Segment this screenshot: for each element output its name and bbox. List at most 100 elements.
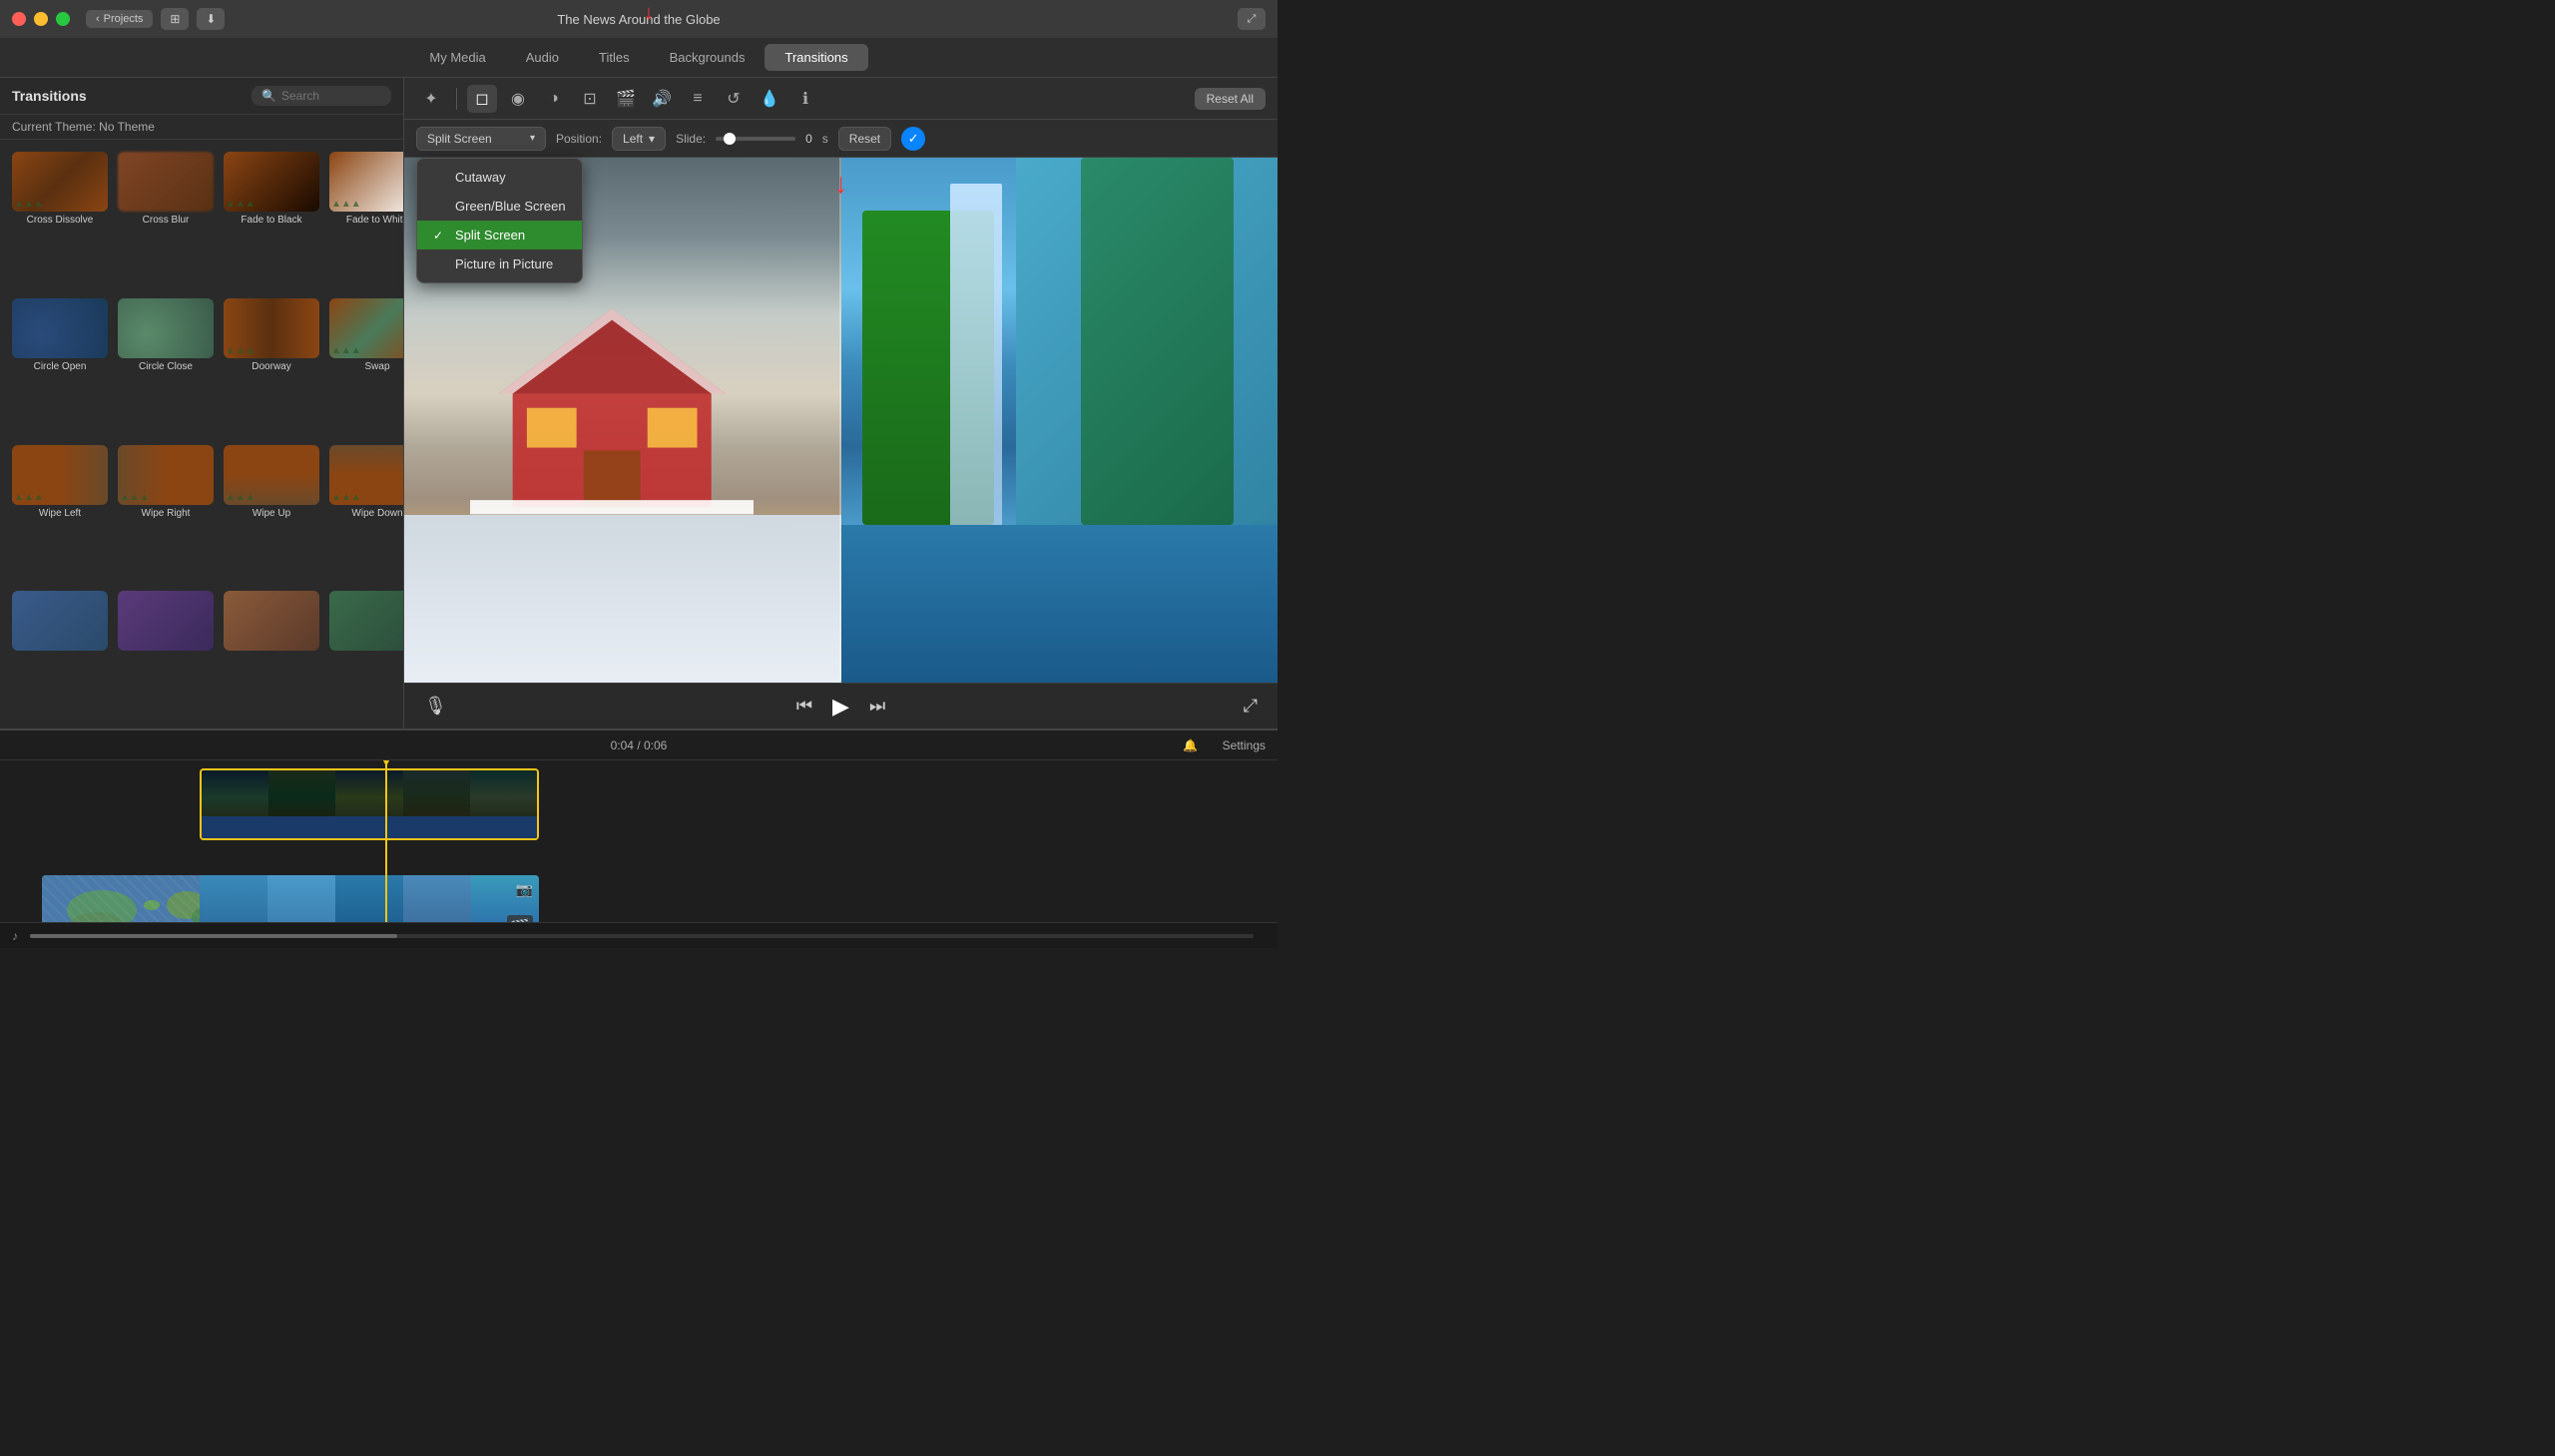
transition-fade-white[interactable]: Fade to White bbox=[325, 148, 403, 292]
timeline-content: 📷 🎬 bbox=[0, 760, 1278, 922]
skip-back-icon[interactable]: ⏮ bbox=[796, 696, 812, 717]
equalizer-icon[interactable]: ≡ bbox=[683, 85, 713, 113]
controls-bar: Split Screen ▾ Cutaway Green/Blue Screen… bbox=[404, 120, 1278, 158]
time-separator: / bbox=[637, 738, 644, 752]
expand-button[interactable]: ⤢ bbox=[1238, 8, 1266, 30]
nav-transitions[interactable]: Transitions bbox=[765, 44, 867, 71]
dropdown-item-green-blue-screen[interactable]: Green/Blue Screen bbox=[417, 192, 582, 221]
transition-thumb-b3 bbox=[224, 591, 319, 651]
transition-b4[interactable] bbox=[325, 587, 403, 721]
nav-audio[interactable]: Audio bbox=[506, 44, 579, 71]
titlebar: ‹ Projects ⊞ ⬇ The News Around the Globe… bbox=[0, 0, 1278, 38]
timeline-area: 0:04 / 0:06 🔔 Settings bbox=[0, 728, 1278, 948]
transition-circle-open[interactable]: Circle Open bbox=[8, 294, 112, 439]
playback-bar: 🎙 ⏮ ▶ ⏭ ⤢ bbox=[404, 683, 1278, 728]
transition-thumb-b4 bbox=[329, 591, 403, 651]
transition-wipe-down[interactable]: Wipe Down bbox=[325, 441, 403, 586]
titlebar-right: ⤢ bbox=[1238, 8, 1266, 30]
dropdown-menu: Cutaway Green/Blue Screen ✓ Split Screen… bbox=[416, 158, 583, 283]
scrollbar-thumb bbox=[30, 934, 397, 938]
timeline-time-display: 0:04 / 0:06 bbox=[611, 738, 668, 752]
nav-my-media[interactable]: My Media bbox=[409, 44, 505, 71]
minimize-button[interactable] bbox=[34, 12, 48, 26]
color-correction-icon[interactable]: ◉ bbox=[503, 85, 533, 113]
transition-b3[interactable] bbox=[220, 587, 323, 721]
search-input[interactable] bbox=[281, 89, 381, 103]
transition-label-swap: Swap bbox=[364, 361, 389, 372]
view-toggle-button[interactable]: ⊞ bbox=[161, 8, 189, 30]
nav-backgrounds[interactable]: Backgrounds bbox=[650, 44, 766, 71]
total-time: 0:06 bbox=[644, 738, 667, 752]
mic-icon[interactable]: 🎙 bbox=[424, 696, 447, 717]
transition-b1[interactable] bbox=[8, 587, 112, 721]
crop-tool-icon[interactable]: ⊡ bbox=[575, 85, 605, 113]
pool bbox=[841, 525, 1278, 683]
dropdown-item-split-screen[interactable]: ✓ Split Screen bbox=[417, 221, 582, 249]
theme-label: Current Theme: No Theme bbox=[0, 115, 403, 140]
transition-thumb-circle-open bbox=[12, 298, 108, 358]
transition-doorway[interactable]: Doorway bbox=[220, 294, 323, 439]
download-button[interactable]: ⬇ bbox=[197, 8, 225, 30]
cliff-right bbox=[1081, 158, 1234, 525]
transition-cross-blur[interactable]: Cross Blur bbox=[114, 148, 218, 292]
traffic-lights bbox=[12, 12, 70, 26]
settings-button[interactable]: Settings bbox=[1223, 738, 1266, 752]
transition-thumb-fade-black bbox=[224, 152, 319, 212]
transition-fade-black[interactable]: Fade to Black bbox=[220, 148, 323, 292]
fullscreen-button[interactable] bbox=[56, 12, 70, 26]
position-chevron-icon: ▾ bbox=[649, 132, 655, 146]
nav-titles[interactable]: Titles bbox=[579, 44, 650, 71]
color-wheels-icon[interactable]: ◑ bbox=[539, 85, 569, 113]
play-button[interactable]: ▶ bbox=[832, 694, 849, 720]
search-box[interactable]: 🔍 bbox=[252, 86, 391, 106]
crop-icon[interactable]: ◻ bbox=[467, 85, 497, 113]
fullscreen-preview-icon[interactable]: ⤢ bbox=[1244, 696, 1258, 717]
slide-track[interactable] bbox=[716, 137, 795, 141]
transition-cross-dissolve[interactable]: Cross Dissolve bbox=[8, 148, 112, 292]
transition-wipe-up[interactable]: Wipe Up bbox=[220, 441, 323, 586]
transition-swap[interactable]: Swap bbox=[325, 294, 403, 439]
red-arrow-indicator: ↓ bbox=[644, 2, 654, 25]
dropdown-item-cutaway-label: Cutaway bbox=[455, 170, 506, 185]
reset-button[interactable]: Reset bbox=[838, 127, 891, 151]
stabilization-icon[interactable]: 🎬 bbox=[611, 85, 641, 113]
transition-b2[interactable] bbox=[114, 587, 218, 721]
snow-ground bbox=[404, 515, 841, 683]
transition-thumb-b2 bbox=[118, 591, 214, 651]
transition-wipe-right[interactable]: Wipe Right bbox=[114, 441, 218, 586]
transition-thumb-wipe-right bbox=[118, 445, 214, 505]
house-element bbox=[470, 262, 754, 525]
confirm-button[interactable]: ✓ bbox=[901, 127, 925, 151]
transition-thumb-cross-blur bbox=[118, 152, 214, 212]
camera-icon: 📷 bbox=[516, 881, 533, 898]
dropdown-item-cutaway[interactable]: Cutaway bbox=[417, 163, 582, 192]
top-navigation: My Media Audio Titles Backgrounds Transi… bbox=[0, 38, 1278, 78]
auto-enhance-icon[interactable]: ✦ bbox=[416, 85, 446, 113]
skip-forward-icon[interactable]: ⏭ bbox=[869, 696, 885, 717]
close-button[interactable] bbox=[12, 12, 26, 26]
transition-label-fade-white: Fade to White bbox=[346, 215, 403, 226]
speed-icon[interactable]: ↺ bbox=[719, 85, 749, 113]
slide-value: 0 bbox=[805, 132, 812, 146]
transition-label-wipe-right: Wipe Right bbox=[142, 508, 191, 519]
transition-wipe-left[interactable]: Wipe Left bbox=[8, 441, 112, 586]
noise-reduction-icon[interactable]: 💧 bbox=[755, 85, 784, 113]
preview-right bbox=[841, 158, 1278, 683]
wf-frame-3 bbox=[335, 875, 403, 922]
transition-label-doorway: Doorway bbox=[252, 361, 290, 372]
reset-all-button[interactable]: Reset All bbox=[1195, 88, 1266, 110]
audio-icon[interactable]: 🔊 bbox=[647, 85, 677, 113]
position-dropdown[interactable]: Left ▾ bbox=[612, 127, 666, 151]
dropdown-item-pip[interactable]: Picture in Picture bbox=[417, 249, 582, 278]
video-overlay-dropdown[interactable]: Split Screen ▾ bbox=[416, 127, 546, 151]
projects-button[interactable]: ‹ Projects bbox=[86, 10, 153, 28]
window-title: The News Around the Globe bbox=[557, 12, 720, 27]
waterfall-clip[interactable]: 📷 🎬 bbox=[200, 875, 539, 922]
playhead[interactable] bbox=[385, 760, 387, 922]
timeline-scrollbar[interactable] bbox=[30, 934, 1254, 938]
info-icon[interactable]: ℹ bbox=[790, 85, 820, 113]
transition-circle-close[interactable]: Circle Close bbox=[114, 294, 218, 439]
dropdown-label: Split Screen bbox=[427, 132, 492, 146]
video-clip-1[interactable] bbox=[200, 768, 539, 840]
volume-icon[interactable]: 🔔 bbox=[1183, 738, 1198, 752]
